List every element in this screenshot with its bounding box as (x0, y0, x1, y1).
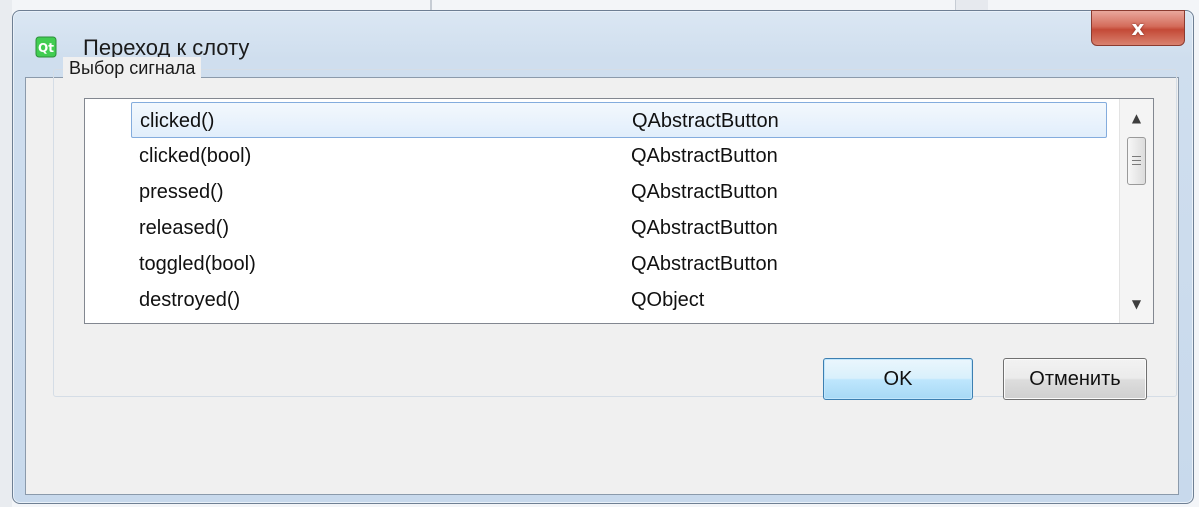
signal-list-rows: clicked() QAbstractButton clicked(bool) … (85, 99, 1117, 323)
scroll-grip-line (1132, 164, 1141, 165)
signal-row[interactable]: clicked(bool) QAbstractButton (131, 138, 1107, 174)
scroll-up-arrow-icon[interactable]: ▲ (1120, 103, 1153, 133)
background-edge (0, 0, 12, 507)
signal-class: QObject (631, 289, 705, 311)
close-icon: x (1131, 16, 1145, 40)
scroll-down-arrow-icon[interactable]: ▼ (1120, 289, 1153, 319)
signal-row[interactable]: pressed() QAbstractButton (131, 174, 1107, 210)
svg-text:Qt: Qt (38, 41, 54, 55)
qt-creator-icon: Qt (35, 36, 57, 58)
signal-class: QAbstractButton (631, 181, 778, 203)
signal-row[interactable]: toggled(bool) QAbstractButton (131, 246, 1107, 282)
signal-list[interactable]: clicked() QAbstractButton clicked(bool) … (84, 98, 1154, 324)
ok-button[interactable]: OK (823, 358, 973, 400)
signal-name: destroyed() (139, 289, 241, 311)
signal-row[interactable]: destroyed() QObject (131, 282, 1107, 318)
signal-name: pressed() (139, 181, 224, 203)
signal-class: QAbstractButton (631, 217, 778, 239)
close-button[interactable]: x (1091, 10, 1185, 46)
scroll-grip-line (1132, 156, 1141, 157)
signal-class: QAbstractButton (632, 110, 779, 132)
cancel-button[interactable]: Отменить (1003, 358, 1147, 400)
scroll-grip-line (1132, 160, 1141, 161)
signal-name: clicked(bool) (139, 145, 252, 167)
signal-row[interactable]: clicked() QAbstractButton (131, 102, 1107, 138)
signal-name: clicked() (140, 110, 215, 132)
signal-class: QAbstractButton (631, 145, 778, 167)
scroll-thumb[interactable] (1127, 137, 1146, 185)
signal-class: QAbstractButton (631, 253, 778, 275)
signal-group-label: Выбор сигнала (63, 57, 202, 79)
signal-row[interactable]: released() QAbstractButton (131, 210, 1107, 246)
go-to-slot-dialog: Qt Переход к слоту x Выбор сигнала click… (12, 10, 1194, 504)
signal-name: toggled(bool) (139, 253, 256, 275)
signal-name: released() (139, 217, 230, 239)
vertical-scrollbar[interactable]: ▲ ▼ (1119, 99, 1153, 323)
